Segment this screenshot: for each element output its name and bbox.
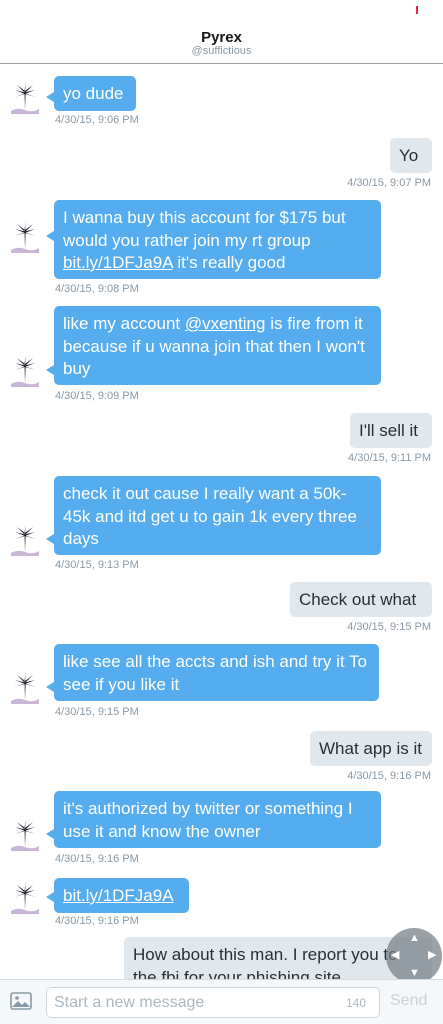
message-text: it's really good (172, 253, 286, 272)
outgoing-message-bubble[interactable]: What app is it (310, 731, 432, 766)
outgoing-message-bubble[interactable]: Yo (390, 138, 432, 173)
incoming-message-bubble[interactable]: I wanna buy this account for $175 but wo… (54, 200, 381, 279)
bubble-pointer (46, 534, 54, 544)
palm-tree-avatar-icon[interactable] (8, 522, 42, 556)
send-button[interactable]: Send (390, 992, 427, 1010)
message-text: Check out what (299, 590, 417, 609)
message-text: check it out cause I really want a 50k-4… (63, 484, 357, 548)
mention-link[interactable]: @vxenting (185, 314, 266, 333)
message-composer: 140 Send (0, 979, 443, 1024)
conversation-header: Pyrex @suffictious (0, 0, 443, 64)
message-timestamp: 4/30/15, 9:13 PM (55, 559, 139, 571)
scroll-down-arrow-icon[interactable]: ▼ (409, 968, 420, 979)
message-text: What app is it (319, 739, 422, 758)
message-timestamp: 4/30/15, 9:08 PM (55, 283, 139, 295)
image-attach-icon[interactable] (10, 992, 32, 1010)
bubble-pointer (46, 365, 54, 375)
scroll-right-arrow-icon[interactable]: ▶ (428, 950, 436, 961)
message-timestamp: 4/30/15, 9:16 PM (55, 915, 139, 927)
outgoing-message-bubble[interactable]: Check out what (290, 582, 432, 617)
palm-tree-avatar-icon[interactable] (8, 817, 42, 851)
message-text: yo dude (63, 84, 124, 103)
message-timestamp: 4/30/15, 9:07 PM (347, 177, 431, 189)
palm-tree-avatar-icon[interactable] (8, 219, 42, 253)
scroll-left-arrow-icon[interactable]: ◀ (391, 950, 399, 961)
palm-tree-avatar-icon[interactable] (8, 880, 42, 914)
incoming-message-bubble[interactable]: like my account @vxenting is fire from i… (54, 306, 381, 385)
message-link[interactable]: bit.ly/1DFJa9A (63, 253, 173, 272)
incoming-message-bubble[interactable]: yo dude (54, 76, 136, 111)
message-thread[interactable]: yo dude 4/30/15, 9:06 PM Yo 4/30/15, 9:07 P… (0, 64, 443, 979)
palm-tree-avatar-icon[interactable] (8, 670, 42, 704)
conversation-title: Pyrex (201, 29, 242, 46)
message-text: like see all the accts and ish and try i… (63, 652, 367, 694)
message-input[interactable] (46, 987, 380, 1018)
message-timestamp: 4/30/15, 9:16 PM (347, 770, 431, 782)
bubble-pointer (46, 892, 54, 902)
scroll-up-arrow-icon[interactable]: ▲ (409, 933, 420, 944)
message-text: like my account (63, 314, 185, 333)
message-timestamp: 4/30/15, 9:09 PM (55, 390, 139, 402)
character-count: 140 (346, 996, 367, 1010)
message-timestamp: 4/30/15, 9:15 PM (55, 706, 139, 718)
message-timestamp: 4/30/15, 9:15 PM (347, 621, 431, 633)
message-timestamp: 4/30/15, 9:06 PM (55, 114, 139, 126)
palm-tree-avatar-icon[interactable] (8, 80, 42, 114)
conversation-handle[interactable]: @suffictious (0, 45, 443, 57)
outgoing-message-bubble[interactable]: I'll sell it (350, 413, 432, 448)
bubble-pointer (46, 829, 54, 839)
message-timestamp: 4/30/15, 9:11 PM (348, 452, 431, 464)
incoming-message-bubble[interactable]: like see all the accts and ish and try i… (54, 644, 379, 701)
incoming-message-bubble[interactable]: check it out cause I really want a 50k-4… (54, 476, 381, 555)
message-text: I'll sell it (359, 421, 418, 440)
message-link[interactable]: bit.ly/1DFJa9A (63, 886, 174, 905)
message-text: Yo (399, 146, 419, 165)
message-text: it's authorized by twitter or something … (63, 799, 353, 841)
incoming-message-bubble[interactable]: bit.ly/1DFJa9A (54, 878, 189, 913)
bubble-pointer (46, 682, 54, 692)
bubble-pointer (46, 231, 54, 241)
message-text: I wanna buy this account for $175 but wo… (63, 208, 346, 250)
palm-tree-avatar-icon[interactable] (8, 353, 42, 387)
scroll-control-icon[interactable]: ▲ ▼ ◀ ▶ (386, 928, 442, 984)
incoming-message-bubble[interactable]: it's authorized by twitter or something … (54, 791, 381, 848)
message-timestamp: 4/30/15, 9:16 PM (55, 853, 139, 865)
message-text: How about this man. I report you to the … (133, 945, 398, 979)
bubble-pointer (46, 92, 54, 102)
status-indicator (416, 6, 418, 14)
